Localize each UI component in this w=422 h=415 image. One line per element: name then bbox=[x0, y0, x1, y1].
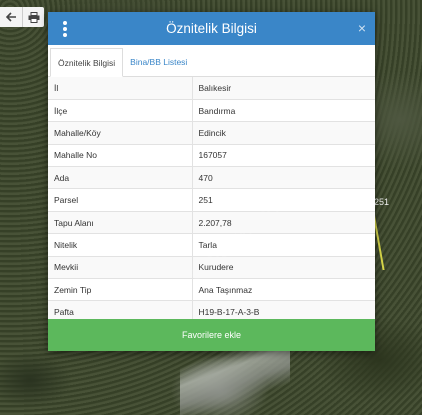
attribute-key: İlçe bbox=[48, 99, 193, 123]
parcel-number-label: 251 bbox=[374, 197, 390, 207]
close-icon[interactable]: × bbox=[358, 20, 366, 36]
attribute-key: Mahalle No bbox=[48, 144, 193, 168]
tab-attribute-info[interactable]: Öznitelik Bilgisi bbox=[50, 48, 124, 77]
table-row: Zemin Tip Ana Taşınmaz bbox=[48, 278, 375, 302]
modal-title: Öznitelik Bilgisi bbox=[166, 21, 257, 36]
attribute-value: Edincik bbox=[192, 121, 375, 145]
table-row: Ada 470 bbox=[48, 166, 375, 190]
modal-header: Öznitelik Bilgisi × bbox=[48, 12, 375, 45]
table-row: Parsel 251 bbox=[48, 188, 375, 212]
tab-building-list[interactable]: Bina/BB Listesi bbox=[123, 48, 194, 76]
attribute-value: Ana Taşınmaz bbox=[192, 278, 375, 302]
table-row: İl Balıkesir bbox=[48, 77, 375, 100]
table-row: İlçe Bandırma bbox=[48, 99, 375, 123]
attribute-key: Mahalle/Köy bbox=[48, 121, 193, 145]
back-button[interactable] bbox=[0, 7, 22, 27]
attribute-value: 167057 bbox=[192, 144, 375, 168]
table-row: Mahalle No 167057 bbox=[48, 144, 375, 168]
attribute-key: Nitelik bbox=[48, 233, 193, 257]
attribute-table: İl Balıkesir İlçe Bandırma Mahalle/Köy Edinci… bbox=[48, 77, 375, 324]
arrow-left-icon bbox=[5, 12, 16, 22]
map-toolbar bbox=[0, 7, 44, 27]
attribute-value: Balıkesir bbox=[192, 77, 375, 100]
attribute-key: Mevkii bbox=[48, 256, 193, 280]
add-to-favorites-button[interactable]: Favorilere ekle bbox=[48, 319, 375, 351]
attribute-info-modal: Öznitelik Bilgisi × Öznitelik Bilgisi Bi… bbox=[48, 12, 375, 351]
table-row: Tapu Alanı 2.207,78 bbox=[48, 211, 375, 235]
attribute-key: Ada bbox=[48, 166, 193, 190]
table-row: Mahalle/Köy Edincik bbox=[48, 121, 375, 145]
printer-icon bbox=[28, 11, 39, 23]
print-button[interactable] bbox=[22, 7, 44, 27]
attribute-key: Parsel bbox=[48, 188, 193, 212]
attribute-key: Zemin Tip bbox=[48, 278, 193, 302]
more-options-icon[interactable] bbox=[59, 20, 71, 38]
tab-bar: Öznitelik Bilgisi Bina/BB Listesi bbox=[48, 48, 375, 77]
attribute-key: Tapu Alanı bbox=[48, 211, 193, 235]
attribute-key: İl bbox=[48, 77, 193, 100]
attribute-value: Bandırma bbox=[192, 99, 375, 123]
